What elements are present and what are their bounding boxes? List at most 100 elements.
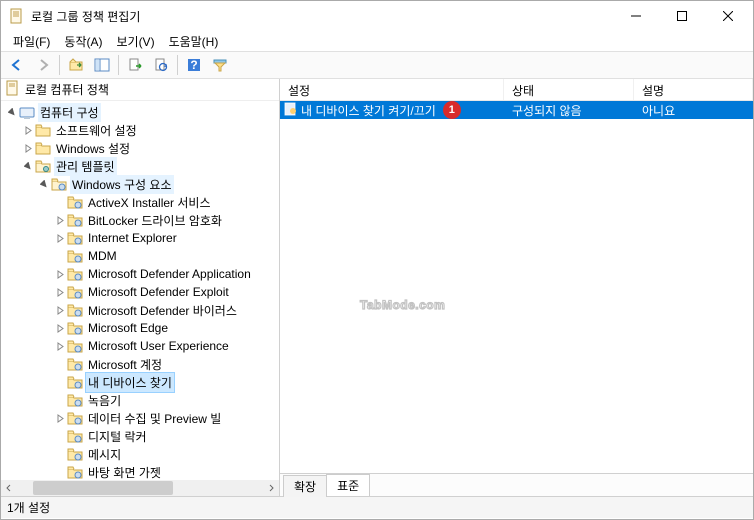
tree-item[interactable]: 관리 템플릿 <box>1 157 279 175</box>
column-state[interactable]: 상태 <box>504 79 634 100</box>
expander-icon[interactable] <box>53 339 67 353</box>
tree-item[interactable]: BitLocker 드라이브 암호화 <box>1 211 279 229</box>
menu-help[interactable]: 도움말(H) <box>163 31 225 52</box>
tree-item[interactable]: 컴퓨터 구성 <box>1 103 279 121</box>
menu-file[interactable]: 파일(F) <box>7 31 56 52</box>
toolbar-separator <box>177 55 178 75</box>
tree-item[interactable]: 메시지 <box>1 445 279 463</box>
expander-icon[interactable] <box>5 105 19 119</box>
folder-icon <box>67 231 83 245</box>
folder-icon <box>67 465 83 479</box>
scroll-left-icon[interactable] <box>1 480 17 496</box>
tree-item[interactable]: Windows 구성 요소 <box>1 175 279 193</box>
expander-icon[interactable] <box>53 321 67 335</box>
maximize-button[interactable] <box>659 1 705 31</box>
minimize-button[interactable] <box>613 1 659 31</box>
back-button[interactable] <box>5 53 29 77</box>
folder-icon <box>67 375 83 389</box>
expander-icon[interactable] <box>21 159 35 173</box>
folder-icon <box>35 123 51 137</box>
setting-icon <box>284 102 298 119</box>
filter-button[interactable] <box>208 53 232 77</box>
expander-icon[interactable] <box>21 141 35 155</box>
setting-description: 아니요 <box>634 102 753 119</box>
tree-item-label: 관리 템플릿 <box>54 157 117 176</box>
refresh-button[interactable] <box>149 53 173 77</box>
expander-icon[interactable] <box>53 303 67 317</box>
expander-icon[interactable] <box>53 213 67 227</box>
tree-item[interactable]: 바탕 화면 가젯 <box>1 463 279 481</box>
tree-item-label: Windows 설정 <box>54 139 132 158</box>
tree-item[interactable]: 소프트웨어 설정 <box>1 121 279 139</box>
folder-icon <box>67 249 83 263</box>
show-hide-tree-button[interactable] <box>90 53 114 77</box>
tree-item-label: ActiveX Installer 서비스 <box>86 193 213 212</box>
expander-icon[interactable] <box>53 267 67 281</box>
help-button[interactable]: ? <box>182 53 206 77</box>
folder-icon <box>67 195 83 209</box>
tree-body[interactable]: 컴퓨터 구성소프트웨어 설정Windows 설정관리 템플릿Windows 구성… <box>1 101 279 493</box>
tree-item[interactable]: MDM <box>1 247 279 265</box>
folder-icon <box>67 411 83 425</box>
up-level-button[interactable] <box>64 53 88 77</box>
setting-state: 구성되지 않음 <box>504 102 634 119</box>
list-body[interactable]: 내 디바이스 찾기 켜기/끄기 1 구성되지 않음 아니요 TabMode.co… <box>280 101 753 473</box>
folder-icon <box>67 447 83 461</box>
tree-item[interactable]: Microsoft Defender 바이러스 <box>1 301 279 319</box>
window-title: 로컬 그룹 정책 편집기 <box>31 8 613 25</box>
tree-item[interactable]: ActiveX Installer 서비스 <box>1 193 279 211</box>
tab-standard[interactable]: 표준 <box>326 474 370 496</box>
column-description[interactable]: 설명 <box>634 79 753 100</box>
folder-icon <box>19 105 35 119</box>
tree-item[interactable]: Windows 설정 <box>1 139 279 157</box>
tree-item[interactable]: 디지털 락커 <box>1 427 279 445</box>
tree-root-label: 로컬 컴퓨터 정책 <box>25 81 109 98</box>
tree-pane: 로컬 컴퓨터 정책 컴퓨터 구성소프트웨어 설정Windows 설정관리 템플릿… <box>1 79 280 496</box>
list-row[interactable]: 내 디바이스 찾기 켜기/끄기 1 구성되지 않음 아니요 <box>280 101 753 119</box>
folder-icon <box>67 429 83 443</box>
tab-extended[interactable]: 확장 <box>283 475 327 497</box>
tree-item[interactable]: 내 디바이스 찾기 <box>1 373 279 391</box>
tree-item-label: 소프트웨어 설정 <box>54 121 139 140</box>
tree-root[interactable]: 로컬 컴퓨터 정책 <box>1 79 279 101</box>
close-button[interactable] <box>705 1 751 31</box>
folder-icon <box>67 321 83 335</box>
tree-item[interactable]: 녹음기 <box>1 391 279 409</box>
tree-item[interactable]: Microsoft Defender Application <box>1 265 279 283</box>
tree-item-label: 메시지 <box>86 445 123 464</box>
menu-action[interactable]: 동작(A) <box>58 31 108 52</box>
tree-item-label: 데이터 수집 및 Preview 빌 <box>86 409 223 428</box>
export-button[interactable] <box>123 53 147 77</box>
expander-icon[interactable] <box>37 177 51 191</box>
folder-icon <box>35 159 51 173</box>
expander-icon[interactable] <box>21 123 35 137</box>
tree-item[interactable]: Microsoft Edge <box>1 319 279 337</box>
expander-icon[interactable] <box>53 411 67 425</box>
horizontal-scrollbar[interactable] <box>1 480 279 496</box>
tree-item-label: 녹음기 <box>86 391 123 410</box>
forward-button[interactable] <box>31 53 55 77</box>
scroll-right-icon[interactable] <box>263 480 279 496</box>
setting-name: 내 디바이스 찾기 켜기/끄기 <box>301 102 436 119</box>
tree-item-label: Internet Explorer <box>86 230 179 246</box>
tree-item-label: 바탕 화면 가젯 <box>86 463 163 482</box>
column-setting[interactable]: 설정 <box>280 79 504 100</box>
tree-item-label: Microsoft 계정 <box>86 355 164 374</box>
tree-item[interactable]: Microsoft User Experience <box>1 337 279 355</box>
tree-item[interactable]: 데이터 수집 및 Preview 빌 <box>1 409 279 427</box>
policy-root-icon <box>5 80 21 99</box>
menu-bar: 파일(F) 동작(A) 보기(V) 도움말(H) <box>1 31 753 51</box>
tree-item[interactable]: Internet Explorer <box>1 229 279 247</box>
tree-item[interactable]: Microsoft 계정 <box>1 355 279 373</box>
folder-icon <box>51 177 67 191</box>
column-headers: 설정 상태 설명 <box>280 79 753 101</box>
content-area: 로컬 컴퓨터 정책 컴퓨터 구성소프트웨어 설정Windows 설정관리 템플릿… <box>1 79 753 496</box>
tree-item-label: 컴퓨터 구성 <box>38 103 101 122</box>
tree-item-label: MDM <box>86 248 119 264</box>
toolbar-separator <box>59 55 60 75</box>
expander-icon[interactable] <box>53 285 67 299</box>
scroll-thumb[interactable] <box>33 481 173 495</box>
expander-icon[interactable] <box>53 231 67 245</box>
tree-item[interactable]: Microsoft Defender Exploit <box>1 283 279 301</box>
menu-view[interactable]: 보기(V) <box>110 31 160 52</box>
